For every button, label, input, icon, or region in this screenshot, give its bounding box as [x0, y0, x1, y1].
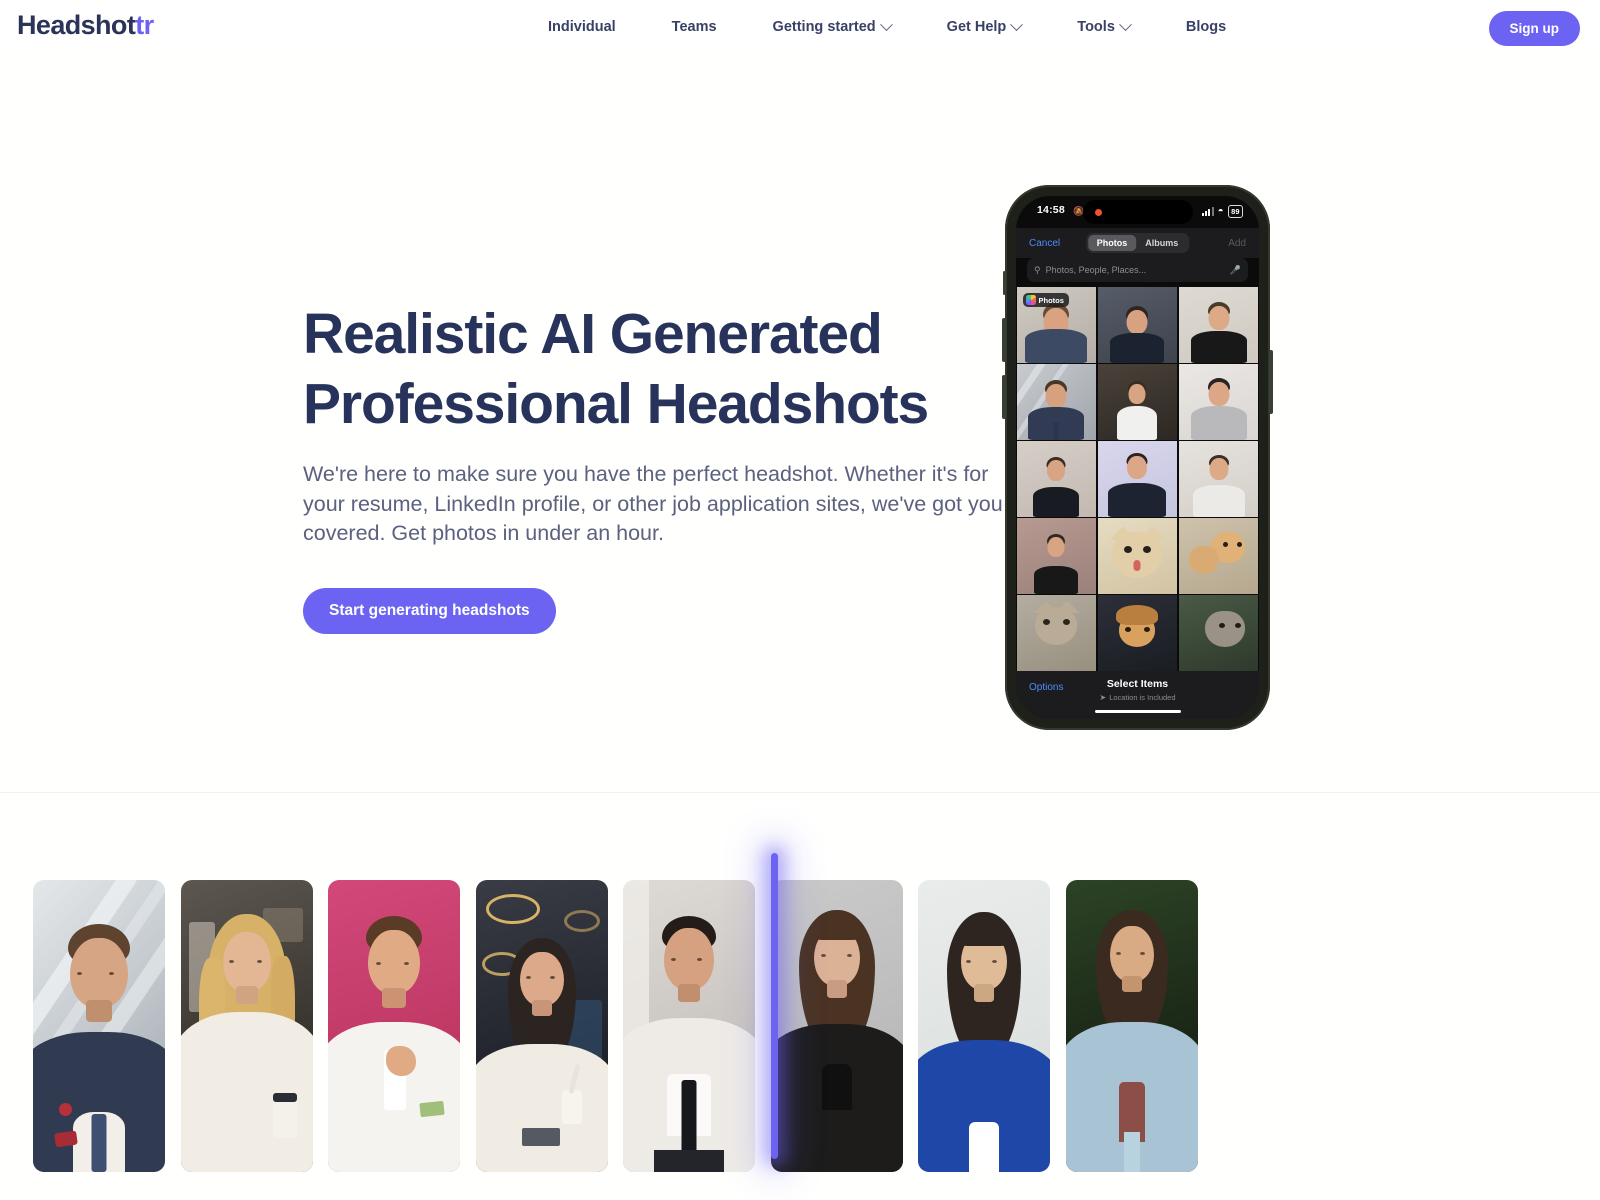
photo-grid-cell[interactable]: [1097, 364, 1178, 440]
ai-scan-highlight-bar: [771, 853, 778, 1159]
search-placeholder: Photos, People, Places...: [1045, 265, 1147, 275]
page-title: Realistic AI Generated Professional Head…: [303, 300, 1015, 439]
picker-status: Select Items ➤ Location is Included: [1016, 678, 1259, 702]
page-root: Headshottr Individual Teams Getting star…: [0, 0, 1600, 1200]
gallery-card[interactable]: [918, 880, 1050, 1172]
gallery-card[interactable]: [770, 880, 903, 1172]
main-navigation: Individual Teams Getting started Get Hel…: [520, 0, 1254, 55]
photo-grid-cell[interactable]: [1097, 441, 1178, 517]
photo-grid-cell[interactable]: [1178, 287, 1259, 363]
phone-volume-up-button[interactable]: [1002, 318, 1006, 362]
phone-screen: 14:58 🔕 ◓ 89 Cancel Photos Albums Add ⚲ …: [1016, 196, 1259, 719]
status-indicators: ◓ 89: [1202, 205, 1243, 218]
chevron-down-icon: [879, 18, 893, 32]
add-button[interactable]: Add: [1228, 238, 1246, 249]
phone-silent-switch[interactable]: [1003, 271, 1006, 295]
segmented-control: Photos Albums: [1085, 233, 1190, 253]
phone-power-button[interactable]: [1269, 350, 1273, 414]
wifi-icon: ◓: [1217, 205, 1224, 217]
brand-name-main: Headshot: [17, 10, 136, 40]
location-included-note: ➤ Location is Included: [1016, 693, 1259, 702]
home-indicator[interactable]: [1094, 709, 1181, 713]
gallery-card[interactable]: [1065, 880, 1198, 1172]
chevron-down-icon: [1119, 18, 1132, 32]
nav-label: Teams: [671, 19, 717, 35]
picker-bottom-bar: Options Select Items ➤ Location is Inclu…: [1016, 671, 1259, 719]
headline-line-1: Realistic AI Generated: [303, 302, 883, 366]
photo-grid-cell[interactable]: [1097, 287, 1178, 363]
select-items-title: Select Items: [1106, 678, 1169, 690]
nav-label: Get Help: [946, 19, 1007, 35]
nav-label: Tools: [1077, 19, 1115, 35]
photo-picker-toolbar: Cancel Photos Albums Add: [1016, 228, 1259, 258]
cellular-bars-icon: [1202, 207, 1214, 216]
nav-item-get-help[interactable]: Get Help: [919, 0, 1050, 55]
brand-name-accent: tr: [135, 10, 154, 40]
headshot-gallery: [33, 880, 1567, 1180]
photo-grid-cell[interactable]: [1016, 518, 1097, 594]
search-input[interactable]: ⚲ Photos, People, Places... 🎤: [1027, 258, 1248, 282]
photos-app-badge: Photos: [1022, 293, 1069, 307]
photo-grid: Photos: [1016, 287, 1259, 671]
photos-badge-label: Photos: [1038, 295, 1064, 305]
dynamic-island: [1082, 200, 1193, 224]
phone-volume-down-button[interactable]: [1002, 375, 1006, 419]
nav-item-tools[interactable]: Tools: [1049, 0, 1158, 55]
nav-label: Blogs: [1185, 19, 1227, 35]
nav-item-blogs[interactable]: Blogs: [1158, 0, 1254, 55]
battery-indicator: 89: [1227, 205, 1243, 218]
hero-subtitle: We're here to make sure you have the per…: [303, 462, 1003, 546]
segment-photos[interactable]: Photos: [1087, 235, 1137, 251]
brand-logo[interactable]: Headshottr: [17, 10, 154, 41]
chevron-down-icon: [1010, 18, 1024, 32]
photo-grid-cell[interactable]: [1178, 518, 1259, 594]
section-divider: [0, 792, 1600, 793]
nav-label: Getting started: [772, 19, 876, 35]
photos-app-icon: [1025, 295, 1036, 305]
start-generating-headshots-button[interactable]: Start generating headshots: [303, 588, 556, 635]
photo-grid-cell[interactable]: [1016, 595, 1097, 671]
photo-grid-cell[interactable]: [1016, 441, 1097, 517]
photo-grid-cell[interactable]: [1178, 364, 1259, 440]
nav-item-teams[interactable]: Teams: [644, 0, 745, 55]
gallery-card[interactable]: [180, 880, 313, 1172]
search-icon: ⚲: [1034, 264, 1041, 275]
microphone-icon[interactable]: 🎤: [1230, 265, 1241, 276]
cancel-button[interactable]: Cancel: [1029, 238, 1060, 249]
gallery-card[interactable]: [623, 880, 755, 1172]
gallery-card[interactable]: [328, 880, 460, 1172]
hero-copy: Realistic AI Generated Professional Head…: [303, 300, 1015, 635]
nav-item-getting-started[interactable]: Getting started: [745, 0, 919, 55]
photo-grid-cell[interactable]: [1097, 595, 1178, 671]
photo-grid-cell[interactable]: [1178, 441, 1259, 517]
photo-grid-cell[interactable]: [1178, 595, 1259, 671]
gallery-card[interactable]: [475, 880, 608, 1172]
sign-up-button[interactable]: Sign up: [1488, 11, 1580, 46]
gallery-card[interactable]: [33, 880, 165, 1172]
headline-line-2: Professional Headshots: [303, 371, 929, 436]
segment-albums[interactable]: Albums: [1136, 235, 1187, 251]
location-arrow-icon: ➤: [1099, 693, 1107, 702]
photo-grid-cell[interactable]: [1016, 364, 1097, 440]
status-bar: 14:58 🔕 ◓ 89: [1016, 196, 1259, 228]
nav-item-individual[interactable]: Individual: [520, 0, 644, 55]
site-header: Headshottr Individual Teams Getting star…: [0, 0, 1600, 55]
status-time: 14:58: [1037, 204, 1065, 216]
photo-grid-cell[interactable]: Photos: [1016, 287, 1097, 363]
hero-section: Realistic AI Generated Professional Head…: [0, 55, 1600, 795]
nav-label: Individual: [548, 19, 616, 35]
recording-indicator-dot: [1094, 208, 1102, 216]
location-included-label: Location is Included: [1109, 693, 1176, 702]
photo-grid-cell[interactable]: [1097, 518, 1178, 594]
phone-mockup: 14:58 🔕 ◓ 89 Cancel Photos Albums Add ⚲ …: [1002, 185, 1273, 730]
